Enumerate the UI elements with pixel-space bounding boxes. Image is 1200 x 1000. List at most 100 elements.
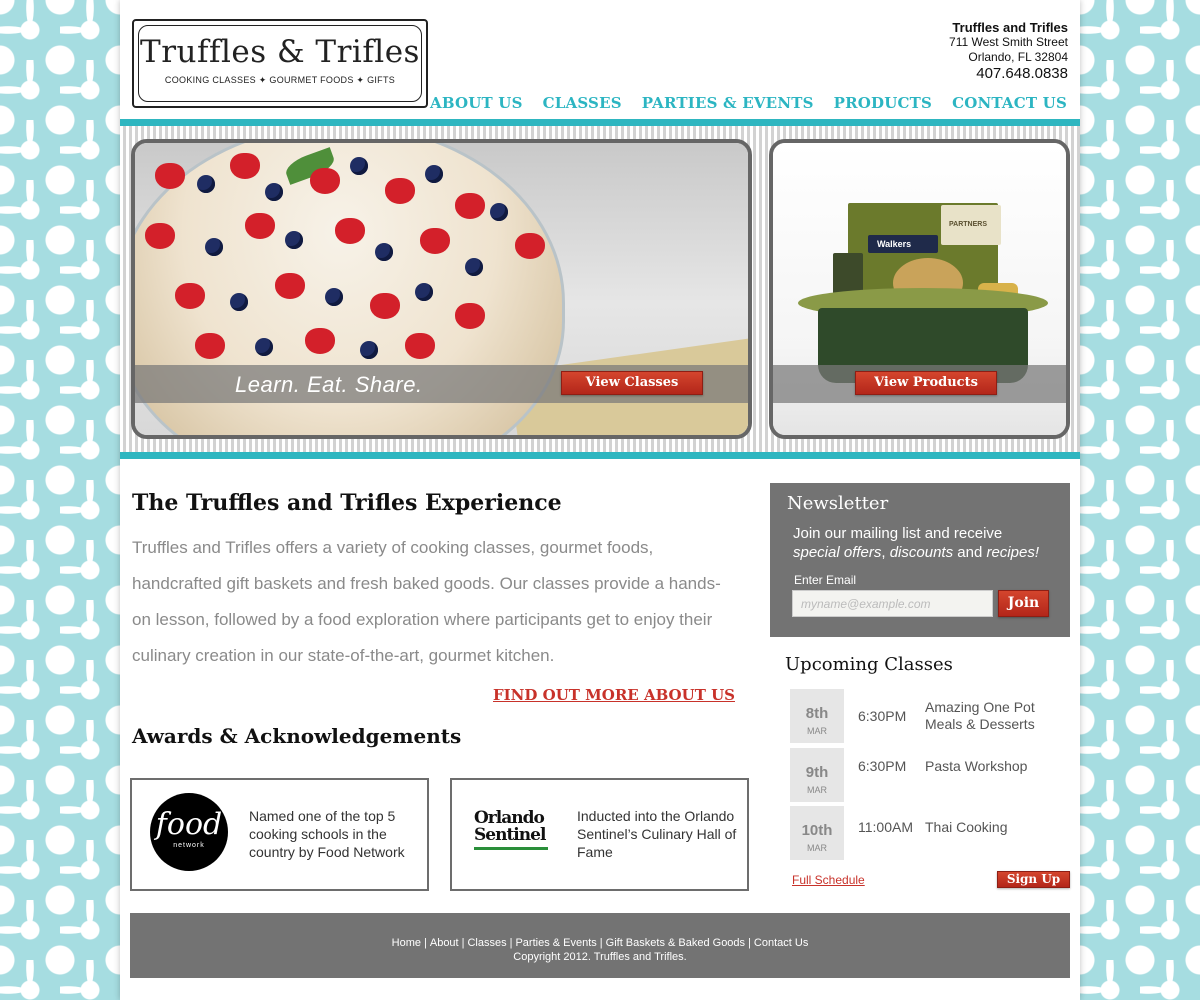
nav-products[interactable]: PRODUCTS: [834, 94, 932, 112]
class-month: MAR: [807, 843, 827, 853]
separator: |: [748, 937, 751, 949]
class-month: MAR: [807, 785, 827, 795]
class-day: 10th: [801, 822, 833, 839]
class-date: 8th MAR: [790, 689, 844, 743]
page: Truffles & Trifles COOKING CLASSES ✦ GOU…: [120, 0, 1080, 1000]
hero-products-panel: Walkers PARTNERS View Products: [769, 139, 1070, 439]
class-day: 8th: [805, 705, 829, 722]
site-footer: Home | About | Classes | Parties & Events | Gift…: [130, 913, 1070, 978]
class-item[interactable]: 8th MAR 6:30PM Amazing One Pot Meals & D…: [790, 689, 1070, 743]
strawberry: [385, 178, 415, 204]
class-date: 9th MAR: [790, 748, 844, 802]
partners-label: PARTNERS: [949, 221, 987, 228]
class-time: 11:00AM: [858, 819, 913, 835]
class-item[interactable]: 9th MAR 6:30PM Pasta Workshop: [790, 748, 1070, 802]
nav-classes[interactable]: CLASSES: [543, 94, 622, 112]
award-orlando-sentinel: Orlando Sentinel Inducted into the Orlan…: [450, 778, 749, 891]
newsletter-and: and: [953, 544, 987, 561]
experience-intro: Truffles and Trifles offers a variety of…: [132, 538, 721, 665]
footer-link-classes[interactable]: Classes: [467, 937, 506, 949]
walkers-label: Walkers: [877, 239, 912, 249]
class-name: Amazing One Pot Meals & Desserts: [925, 699, 1035, 732]
phone-number[interactable]: 407.648.0838: [949, 65, 1068, 83]
food-network-logo-main: food: [155, 807, 223, 842]
strawberry: [370, 293, 400, 319]
copyright: Copyright 2012. Truffles and Trifles.: [513, 951, 687, 963]
newsletter-line1: Join our mailing list and receive: [793, 525, 1003, 542]
blueberry: [465, 258, 483, 276]
blueberry: [205, 238, 223, 256]
class-day: 9th: [805, 764, 829, 781]
award-orlando-sentinel-text: Inducted into the Orlando Sentinel’s Cul…: [577, 808, 737, 860]
strawberry: [275, 273, 305, 299]
separator: |: [424, 937, 427, 949]
class-name: Pasta Workshop: [925, 758, 1028, 774]
newsletter-recipes: recipes!: [986, 544, 1039, 561]
email-input[interactable]: [792, 590, 993, 617]
experience-heading: The Truffles and Trifles Experience: [132, 490, 562, 516]
food-network-logo: food network: [150, 793, 228, 871]
newsletter-comma: ,: [881, 544, 890, 561]
award-food-network-text: Named one of the top 5 cooking schools i…: [249, 808, 405, 860]
award-food-network: food network Named one of the top 5 cook…: [130, 778, 429, 891]
site-logo[interactable]: Truffles & Trifles COOKING CLASSES ✦ GOU…: [132, 19, 428, 108]
awards-heading: Awards & Acknowledgements: [132, 724, 462, 748]
view-classes-button[interactable]: View Classes: [561, 371, 703, 395]
sign-up-button[interactable]: Sign Up: [997, 871, 1070, 888]
strawberry: [515, 233, 545, 259]
footer-link-parties-events[interactable]: Parties & Events: [515, 937, 596, 949]
blueberry: [490, 203, 508, 221]
blueberry: [360, 341, 378, 359]
blueberry: [255, 338, 273, 356]
strawberry: [145, 223, 175, 249]
spoon-handle: [565, 438, 752, 439]
nav-contact-us[interactable]: CONTACT US: [952, 94, 1067, 112]
class-date: 10th MAR: [790, 806, 844, 860]
blueberry: [415, 283, 433, 301]
footer-link-home[interactable]: Home: [392, 937, 421, 949]
logo-tagline: COOKING CLASSES ✦ GOURMET FOODS ✦ GIFTS: [164, 75, 396, 85]
footer-link-contact-us[interactable]: Contact Us: [754, 937, 808, 949]
orlando-sentinel-logo: Orlando Sentinel: [474, 808, 546, 845]
footer-link-gift-baskets[interactable]: Gift Baskets & Baked Goods: [606, 937, 745, 949]
find-out-more-link[interactable]: FIND OUT MORE ABOUT US: [493, 686, 735, 704]
header-divider: [120, 119, 1080, 126]
upcoming-classes-heading: Upcoming Classes: [785, 654, 953, 675]
blueberry: [425, 165, 443, 183]
blueberry: [350, 157, 368, 175]
view-products-button[interactable]: View Products: [855, 371, 997, 395]
strawberry: [175, 283, 205, 309]
blueberry: [197, 175, 215, 193]
newsletter-line2: special offers, discounts and recipes!: [793, 543, 1039, 562]
email-label: Enter Email: [794, 573, 857, 587]
business-name: Truffles and Trifles: [952, 20, 1068, 35]
hero-classes-panel: Learn. Eat. Share. View Classes: [131, 139, 752, 439]
blueberry: [230, 293, 248, 311]
class-item[interactable]: 10th MAR 11:00AM Thai Cooking: [790, 806, 1070, 860]
spoon-head: [680, 435, 750, 439]
full-schedule-link[interactable]: Full Schedule: [792, 873, 865, 887]
contact-address: Truffles and Trifles 711 West Smith Stre…: [949, 21, 1068, 83]
hero-divider: [120, 452, 1080, 459]
separator: |: [509, 937, 513, 949]
food-network-logo-sub: network: [173, 842, 205, 849]
separator: |: [599, 937, 603, 949]
strawberry: [245, 213, 275, 239]
orlando-sentinel-underline: [474, 847, 548, 850]
strawberry: [305, 328, 335, 354]
nav-about-us[interactable]: ABOUT US: [430, 94, 523, 112]
strawberry: [420, 228, 450, 254]
separator: |: [461, 937, 465, 949]
class-time: 6:30PM: [858, 708, 907, 724]
class-time: 6:30PM: [858, 758, 907, 774]
hero-tagline: Learn. Eat. Share.: [235, 372, 423, 397]
newsletter-offers: special offers: [793, 544, 882, 561]
blueberry: [325, 288, 343, 306]
footer-link-about[interactable]: About: [430, 937, 459, 949]
join-button[interactable]: Join: [998, 590, 1049, 617]
footer-nav: Home | About | Classes | Parties & Events | Gift…: [130, 936, 1070, 950]
nav-parties-events[interactable]: PARTIES & EVENTS: [642, 94, 814, 112]
blueberry: [375, 243, 393, 261]
class-name: Thai Cooking: [925, 819, 1008, 835]
strawberry: [155, 163, 185, 189]
